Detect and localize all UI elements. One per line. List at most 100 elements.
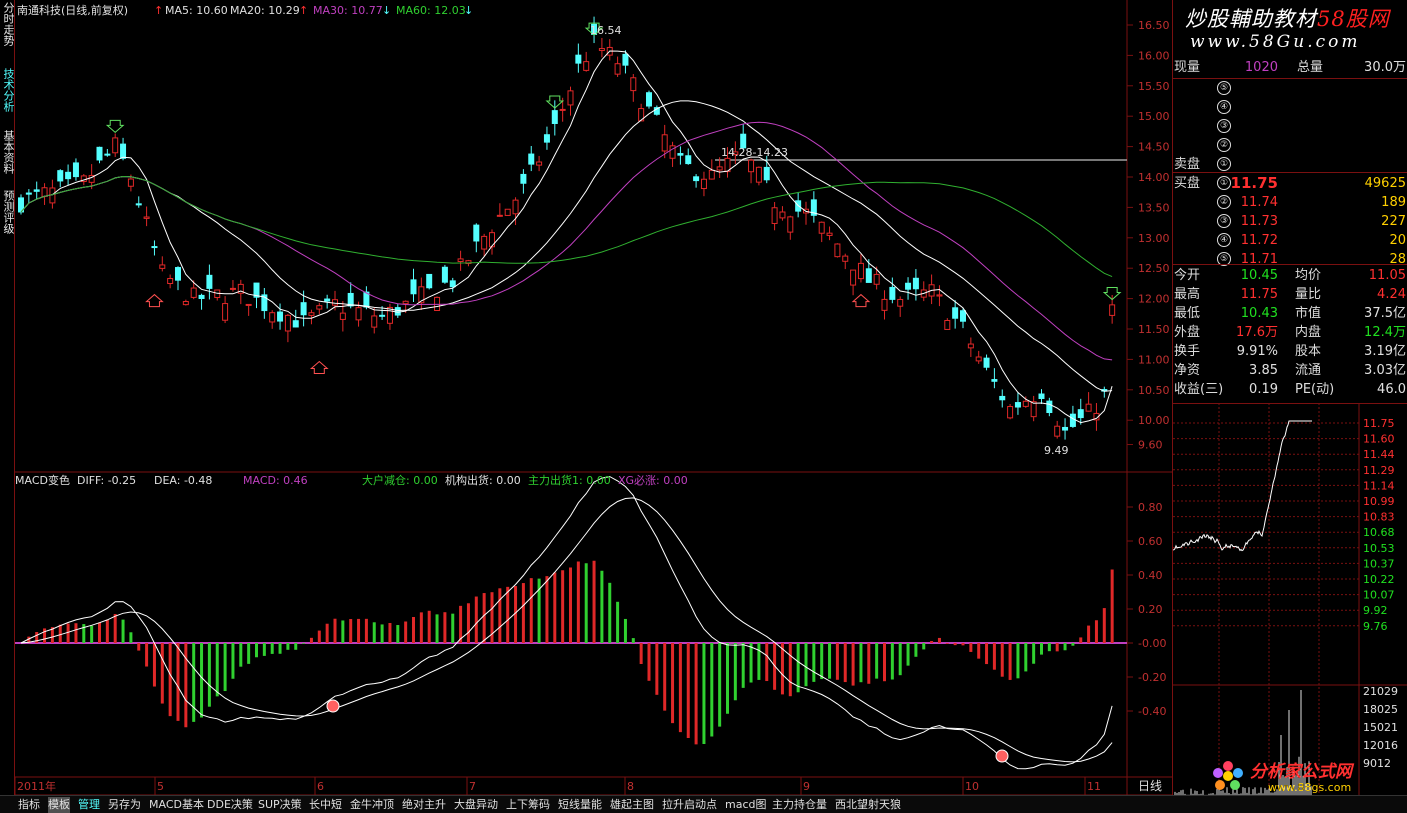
buy-price: 11.72 xyxy=(1240,233,1278,248)
bottom-tab[interactable]: 指标 xyxy=(18,797,40,813)
bottom-tab[interactable]: 短线量能 xyxy=(558,797,602,813)
macd-indicator xyxy=(15,476,1127,770)
macd-axis-label: 0.80 xyxy=(1138,501,1163,514)
tab-technical[interactable]: 技术分析 xyxy=(1,68,15,112)
low-annotation: 9.49 xyxy=(1044,444,1069,457)
price-axis-label: 12.50 xyxy=(1138,262,1170,275)
ma20-label: MA20: 10.29 xyxy=(230,4,300,17)
bottom-tab[interactable]: 绝对主升 xyxy=(402,797,446,813)
stat-label: 今开 xyxy=(1174,268,1201,283)
annotations: 16.54 9.49 14.28-14.23 xyxy=(590,24,1069,457)
range-annotation: 14.28-14.23 xyxy=(721,146,788,159)
bottom-tab[interactable]: MACD基本 xyxy=(149,797,204,813)
minute-price-label: 10.37 xyxy=(1363,557,1395,570)
bottom-tab[interactable]: 上下筹码 xyxy=(506,797,550,813)
logo-text: 分析家公式网 xyxy=(1250,762,1355,782)
ma5-arrow-icon: ↑ xyxy=(154,4,163,17)
buy-level-row: ④ 11.72 20 xyxy=(1173,231,1407,250)
stat-label: 最低 xyxy=(1174,306,1201,321)
buy-level-row: ③ 11.73 227 xyxy=(1173,212,1407,231)
volume-row: 现量 1020 总量 30.0万 xyxy=(1173,58,1407,77)
buy-volume: 20 xyxy=(1389,233,1406,248)
bottom-tab[interactable]: 西北望射天狼 xyxy=(835,797,901,813)
x-axis-label: 8 xyxy=(627,780,634,793)
stat-label: 内盘 xyxy=(1295,325,1322,340)
minute-price-label: 9.76 xyxy=(1363,620,1388,633)
stat-value: 11.05 xyxy=(1368,268,1406,283)
tab-fundamentals[interactable]: 基本资料 xyxy=(1,130,15,174)
stat-label: 外盘 xyxy=(1174,325,1201,340)
minute-price-label: 10.83 xyxy=(1363,511,1395,524)
period-label[interactable]: 日线 xyxy=(1128,778,1172,795)
tab-intraday[interactable]: 分时走势 xyxy=(1,2,15,46)
macd-axis-label: 0.60 xyxy=(1138,535,1163,548)
stat-value: 10.45 xyxy=(1240,268,1278,283)
bottom-tab[interactable]: 大盘异动 xyxy=(454,797,498,813)
price-axis-label: 16.50 xyxy=(1138,19,1170,32)
stat-value: 3.03亿 xyxy=(1364,363,1406,378)
x-axis-label: 7 xyxy=(469,780,476,793)
sell-level-row: ③ xyxy=(1173,117,1407,136)
bottom-tab[interactable]: 长中短 xyxy=(309,797,342,813)
minute-chart[interactable]: 11.75 11.60 11.44 11.29 11.14 10.99 10.83 10.68… xyxy=(1173,403,1407,795)
macd-axis-label: 0.20 xyxy=(1138,603,1163,616)
bottom-tab[interactable]: 金牛冲顶 xyxy=(350,797,394,813)
ma20-arrow-icon: ↑ xyxy=(299,4,308,17)
buy-volume: 227 xyxy=(1381,214,1406,229)
stat-label: 市值 xyxy=(1295,306,1322,321)
ma5-label: MA5: 10.60 xyxy=(165,4,228,17)
x-axis-label: 2011年 xyxy=(17,779,56,793)
minute-price-label: 10.99 xyxy=(1363,495,1395,508)
bottom-tab[interactable]: 拉升启动点 xyxy=(662,797,717,813)
stat-value: 11.75 xyxy=(1240,287,1278,302)
xianliang-value: 1020 xyxy=(1244,60,1278,75)
minute-price-label: 11.29 xyxy=(1363,464,1395,477)
sell-level-number: ⑤ xyxy=(1217,81,1231,95)
minute-price-label: 11.75 xyxy=(1363,417,1395,430)
minute-volume-label: 21029 xyxy=(1363,685,1398,698)
bottom-tab[interactable]: 管理 xyxy=(78,797,100,813)
macd-title: MACD变色 xyxy=(15,473,70,487)
bottom-tab[interactable]: 主力持仓量 xyxy=(772,797,827,813)
price-axis-label: 12.00 xyxy=(1138,293,1170,306)
dea-label: DEA: -0.48 xyxy=(154,474,212,487)
big-reduce-label: 大户减仓: 0.00 xyxy=(362,473,438,487)
buy-volume: 49625 xyxy=(1364,176,1406,191)
chart-grid: 16.50 16.00 15.50 15.00 14.50 14.00 13.50 13.00… xyxy=(15,0,1172,795)
bottom-tab[interactable]: macd图 xyxy=(725,797,767,813)
main-out-label: 主力出货1: 0.00 xyxy=(528,473,611,487)
buy-level-number: ③ xyxy=(1217,214,1231,228)
ma-lines xyxy=(20,22,1122,424)
stat-row: 净资 3.85 流通 3.03亿 xyxy=(1173,361,1407,380)
stat-label: 收益(三) xyxy=(1174,382,1224,397)
buy-price: 11.74 xyxy=(1240,195,1278,210)
stat-row: 最高 11.75 量比 4.24 xyxy=(1173,285,1407,304)
x-axis-label: 6 xyxy=(317,780,324,793)
price-axis-label: 10.50 xyxy=(1138,384,1170,397)
bottom-tab[interactable]: 模板 xyxy=(48,797,70,813)
stat-value: 46.0 xyxy=(1377,382,1406,397)
stat-value: 3.85 xyxy=(1249,363,1278,378)
bottom-tab[interactable]: 雄起主图 xyxy=(610,797,654,813)
stat-row: 今开 10.45 均价 11.05 xyxy=(1173,266,1407,285)
price-axis-label: 15.00 xyxy=(1138,110,1170,123)
price-axis-label: 14.00 xyxy=(1138,171,1170,184)
bottom-tab[interactable]: DDE决策 xyxy=(207,797,253,813)
macd-label: MACD: 0.46 xyxy=(243,474,308,487)
bottom-tab[interactable]: 另存为 xyxy=(108,797,141,813)
tab-rating[interactable]: 预测评级 xyxy=(1,190,15,234)
stat-value: 12.4万 xyxy=(1364,325,1406,340)
stat-label: 流通 xyxy=(1295,363,1322,378)
minute-volume-label: 15021 xyxy=(1363,721,1398,734)
price-axis-label: 9.60 xyxy=(1138,439,1163,452)
minute-price-label: 10.07 xyxy=(1363,589,1395,602)
high-annotation: 16.54 xyxy=(590,24,622,37)
stat-label: 最高 xyxy=(1174,287,1201,302)
stat-row: 外盘 17.6万 内盘 12.4万 xyxy=(1173,323,1407,342)
kline-chart[interactable]: 16.50 16.00 15.50 15.00 14.50 14.00 13.50 13.00… xyxy=(15,0,1172,795)
bottom-tab[interactable]: SUP决策 xyxy=(258,797,302,813)
stat-value: 4.24 xyxy=(1377,287,1406,302)
inst-out-label: 机构出货: 0.00 xyxy=(445,473,521,487)
candlesticks xyxy=(18,16,1116,440)
macd-axis-label: 0.40 xyxy=(1138,569,1163,582)
